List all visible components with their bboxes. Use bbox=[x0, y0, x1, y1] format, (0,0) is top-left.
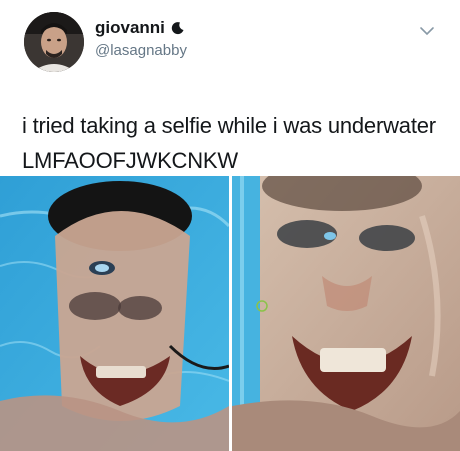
avatar-image bbox=[24, 12, 84, 72]
handle[interactable]: @lasagnabby bbox=[95, 42, 187, 59]
avatar[interactable] bbox=[24, 12, 84, 72]
tweet-card: giovanni @lasagnabby i tried taking a se… bbox=[0, 0, 460, 451]
photo-right[interactable] bbox=[232, 176, 460, 451]
underwater-selfie-photo-2 bbox=[232, 176, 460, 451]
chevron-down-icon[interactable] bbox=[418, 22, 436, 40]
name-row: giovanni bbox=[95, 18, 185, 38]
underwater-selfie-photo-1 bbox=[0, 176, 229, 451]
crescent-moon-icon bbox=[171, 21, 185, 35]
media-grid bbox=[0, 176, 460, 451]
tweet-text: i tried taking a selfie while i was unde… bbox=[22, 113, 436, 173]
display-name[interactable]: giovanni bbox=[95, 18, 165, 38]
photo-left[interactable] bbox=[0, 176, 229, 451]
